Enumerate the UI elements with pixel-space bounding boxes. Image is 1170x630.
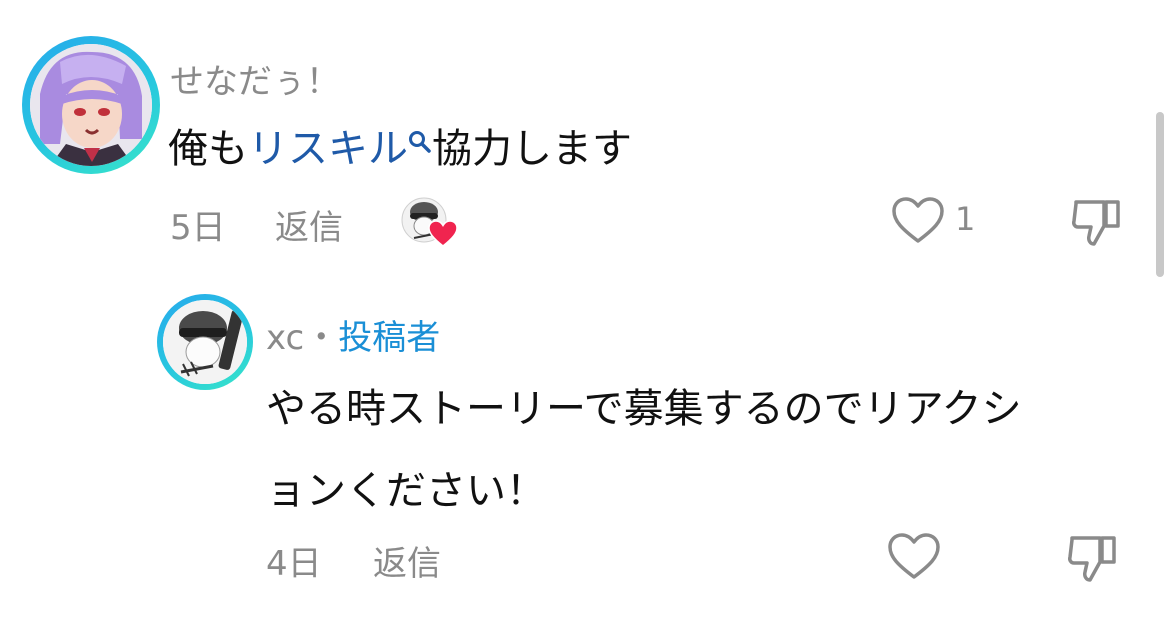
hashtag-link-label: リスキル: [248, 126, 408, 172]
reply-text-line-2: ョンください！: [266, 468, 546, 514]
hashtag-link[interactable]: リスキル: [248, 126, 432, 172]
heart-outline-icon[interactable]: [886, 532, 942, 582]
comment-text-prefix: 俺も: [168, 126, 248, 172]
thumbs-down-icon[interactable]: [1070, 194, 1124, 250]
scrollbar[interactable]: [1156, 112, 1164, 277]
red-heart-icon: [428, 220, 458, 248]
comment-text: 俺もリスキル 協力します: [168, 116, 632, 174]
creator-badge: 投稿者: [338, 318, 441, 358]
comment-age: 5日: [170, 208, 226, 248]
reply-age: 4日: [266, 544, 322, 584]
thumbs-down-icon[interactable]: [1066, 530, 1120, 586]
heart-outline-icon[interactable]: [890, 196, 946, 246]
reply-button[interactable]: 返信: [373, 536, 441, 585]
avatar[interactable]: [157, 294, 253, 390]
reply-button[interactable]: 返信: [275, 200, 343, 249]
avatar-image: [163, 300, 247, 384]
reply-comment: xc・投稿者 やる時ストーリーで募集するのでリアクシ ョンください！ 4日 返信: [0, 290, 1170, 630]
avatar[interactable]: [22, 36, 160, 174]
reply-author[interactable]: xc: [266, 318, 304, 358]
comment: せなだぅ！ 俺もリスキル 協力します 5日 返信 1: [0, 0, 1170, 290]
author-separator: ・: [304, 318, 339, 358]
like-count: 1: [955, 200, 976, 238]
reply-text-line-1: やる時ストーリーで募集するのでリアクシ: [266, 386, 1022, 432]
comment-author[interactable]: せなだぅ！: [170, 54, 340, 103]
reply-author-line: xc・投稿者: [266, 310, 440, 359]
avatar-image: [30, 44, 152, 166]
search-icon: [408, 118, 432, 164]
comment-text-suffix: 協力します: [432, 126, 632, 172]
